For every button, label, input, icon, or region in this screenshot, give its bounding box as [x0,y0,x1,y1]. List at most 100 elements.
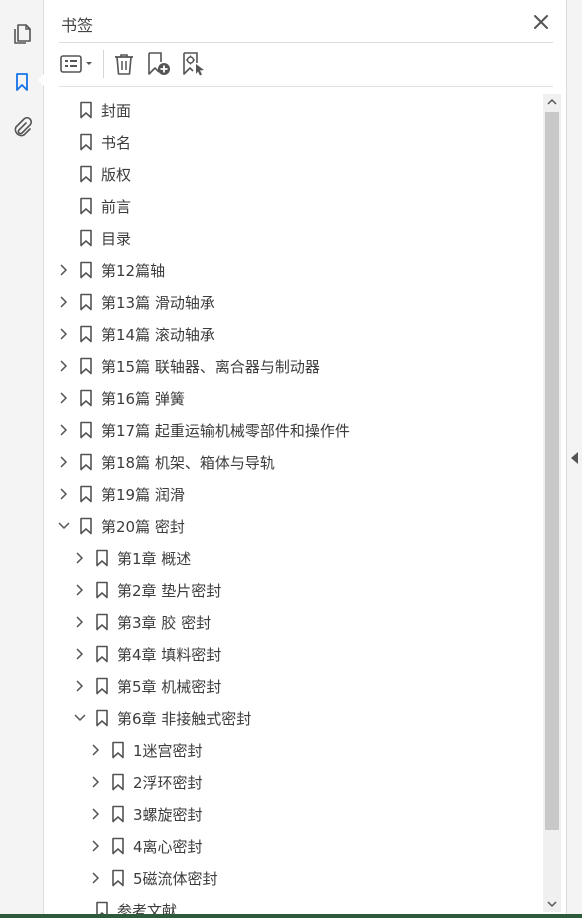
chevron-right-icon[interactable] [89,839,103,853]
bookmark-row[interactable]: 第12篇轴 [45,254,545,286]
close-panel-button[interactable] [529,10,553,34]
bookmark-row[interactable]: 4离心密封 [45,830,545,862]
attachments-button[interactable] [8,114,36,142]
bookmark-icon [80,357,92,375]
window-bottom-edge [0,914,582,918]
panel-header: 书签 [59,8,553,43]
bookmark-row[interactable]: 第5章 机械密封 [45,670,545,702]
bookmark-icon [80,229,92,247]
bookmark-row[interactable]: 第18篇 机架、箱体与导轨 [45,446,545,478]
bookmark-row[interactable]: 第16篇 弹簧 [45,382,545,414]
bookmark-row[interactable]: 5磁流体密封 [45,862,545,894]
bookmark-label: 第12篇轴 [101,262,166,280]
panel-collapse-strip[interactable] [566,0,582,918]
bookmark-icon [80,485,92,503]
bookmark-row[interactable]: 2浮环密封 [45,766,545,798]
bookmark-icon [112,837,124,855]
bookmark-icon [80,293,92,311]
chevron-right-icon[interactable] [57,455,71,469]
bookmark-label: 第1章 概述 [117,550,192,568]
bookmark-tree: 封面书名版权前言目录第12篇轴第13篇 滑动轴承 第14篇 滚动轴承第15篇 联轴… [45,94,545,918]
bookmark-label: 目录 [101,230,132,248]
bookmark-icon [80,421,92,439]
bookmark-icon [112,805,124,823]
bookmark-label: 第4章 填料密封 [117,646,222,664]
chevron-right-icon[interactable] [73,679,87,693]
chevron-right-icon[interactable] [73,615,87,629]
bookmark-row[interactable]: 版权 [45,158,545,190]
active-panel-pointer [38,74,44,86]
chevron-right-icon[interactable] [57,487,71,501]
bookmark-label: 第18篇 机架、箱体与导轨 [101,454,275,472]
bookmark-icon [96,613,108,631]
scrollbar-thumb[interactable] [545,112,559,830]
chevron-right-icon[interactable] [89,743,103,757]
bookmark-row[interactable]: 目录 [45,222,545,254]
delete-icon [115,54,133,75]
chevron-right-icon[interactable] [57,263,71,277]
bookmarks-panel-button[interactable] [8,68,36,96]
new-bookmark-button[interactable] [145,50,173,78]
bookmark-icon [96,645,108,663]
close-icon [534,15,548,29]
bookmark-label: 第13篇 滑动轴承 [101,294,215,312]
bookmark-row[interactable]: 第20篇 密封 [45,510,545,542]
scroll-down-button[interactable] [543,896,561,912]
scroll-up-arrow-icon [547,98,557,105]
bookmark-label: 第3章 胶 密封 [117,614,212,632]
delete-bookmark-button[interactable] [111,50,137,78]
chevron-right-icon[interactable] [57,423,71,437]
panel-title: 书签 [61,16,94,35]
bookmark-row[interactable]: 第6章 非接触式密封 [45,702,545,734]
collapse-panel-arrow-icon[interactable] [571,452,578,464]
chevron-right-icon[interactable] [57,391,71,405]
bookmark-icon [80,101,92,119]
bookmark-label: 版权 [101,166,132,184]
new-bookmark-from-selection-button[interactable] [179,50,207,78]
scroll-up-button[interactable] [543,94,561,110]
chevron-down-icon[interactable] [73,711,87,725]
options-menu-button[interactable] [59,50,97,78]
bookmark-row[interactable]: 1迷宫密封 [45,734,545,766]
bookmark-row[interactable]: 第2章 垫片密封 [45,574,545,606]
bookmark-row[interactable]: 书名 [45,126,545,158]
chevron-right-icon[interactable] [73,583,87,597]
bookmark-row[interactable]: 第4章 填料密封 [45,638,545,670]
page-thumbnails-button[interactable] [8,20,36,48]
chevron-right-icon[interactable] [89,775,103,789]
toolbar-separator [103,50,104,78]
bookmark-label: 封面 [101,102,132,120]
chevron-right-icon[interactable] [89,807,103,821]
bookmark-row[interactable]: 3螺旋密封 [45,798,545,830]
bookmark-label: 2浮环密封 [133,774,203,792]
bookmark-row[interactable]: 第15篇 联轴器、离合器与制动器 [45,350,545,382]
bookmark-row[interactable]: 第17篇 起重运输机械零部件和操作件 [45,414,545,446]
bookmark-icon [112,869,124,887]
left-navigation-rail [0,0,44,918]
chevron-right-icon[interactable] [57,295,71,309]
bookmark-label: 4离心密封 [133,838,203,856]
chevron-down-icon[interactable] [57,519,71,533]
bookmark-label: 第14篇 滚动轴承 [101,326,215,344]
bookmark-icon [96,581,108,599]
chevron-right-icon[interactable] [73,551,87,565]
bookmark-row[interactable]: 第14篇 滚动轴承 [45,318,545,350]
bookmark-label: 第20篇 密封 [101,518,185,536]
bookmark-icon [80,133,92,151]
bookmark-icon [96,549,108,567]
bookmark-icon [80,389,92,407]
bookmark-row[interactable]: 封面 [45,94,545,126]
bookmark-row[interactable]: 第3章 胶 密封 [45,606,545,638]
bookmark-row[interactable]: 第13篇 滑动轴承 [45,286,545,318]
bookmark-icon [80,261,92,279]
chevron-right-icon[interactable] [57,327,71,341]
chevron-right-icon[interactable] [73,647,87,661]
bookmark-icon [80,325,92,343]
chevron-right-icon[interactable] [57,359,71,373]
bookmark-row[interactable]: 第19篇 润滑 [45,478,545,510]
options-menu-icon [60,55,92,73]
tree-scrollbar[interactable] [543,94,561,912]
chevron-right-icon[interactable] [89,871,103,885]
bookmark-row[interactable]: 第1章 概述 [45,542,545,574]
bookmark-row[interactable]: 前言 [45,190,545,222]
